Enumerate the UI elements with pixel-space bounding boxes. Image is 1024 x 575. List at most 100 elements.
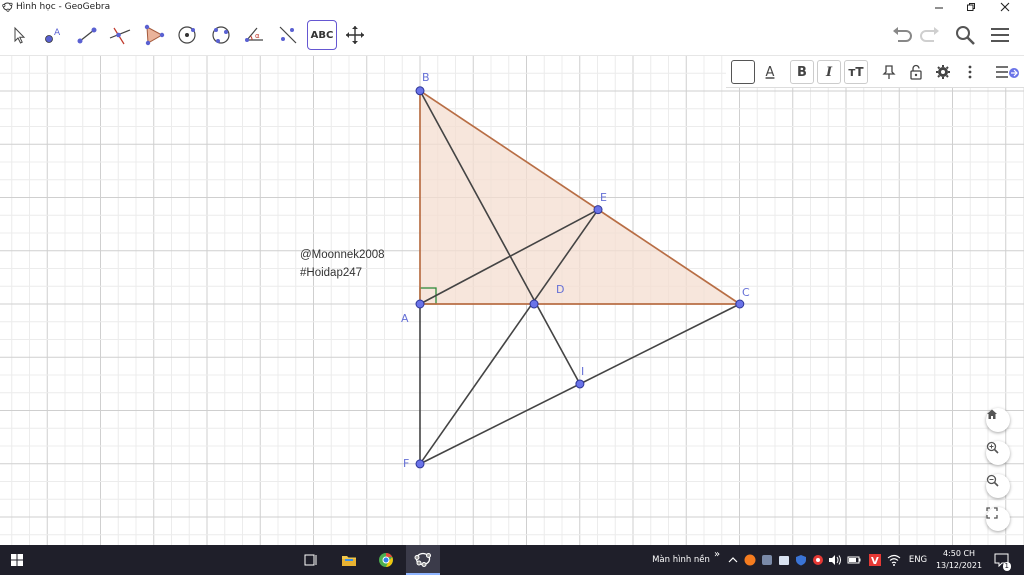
geogebra-app-icon — [2, 2, 13, 12]
segment-tool-icon — [77, 27, 97, 44]
main-menu-button[interactable] — [986, 22, 1014, 48]
geometry-drawing[interactable] — [0, 56, 1024, 545]
point-E[interactable] — [593, 205, 603, 215]
point-I[interactable] — [575, 379, 585, 389]
text-size-button[interactable]: тT — [844, 60, 868, 84]
network-button[interactable] — [886, 545, 902, 575]
restore-button[interactable] — [956, 0, 986, 14]
more-vertical-icon — [968, 65, 972, 79]
graphics-view[interactable]: B E C D A I F @Moonnek2008 #Hoidap247 — [0, 56, 1024, 545]
folder-icon — [342, 555, 356, 566]
hamburger-menu-icon — [991, 28, 1009, 42]
point-C[interactable] — [735, 299, 745, 309]
pin-button[interactable] — [877, 60, 901, 84]
windows-icon — [11, 554, 23, 566]
angle-tool[interactable]: α — [240, 20, 270, 50]
tray-app-red[interactable] — [810, 545, 826, 575]
zoom-out-icon — [986, 474, 999, 487]
toolbar-expand-chevron[interactable]: » — [712, 545, 722, 575]
point-label-I: I — [581, 365, 585, 378]
style-bar-toggle-icon — [996, 66, 1019, 78]
color-picker-button[interactable] — [731, 60, 755, 84]
battery-icon — [847, 556, 861, 564]
lock-button[interactable] — [904, 60, 928, 84]
file-explorer-button[interactable] — [336, 545, 362, 575]
clock-date: 13/12/2021 — [935, 561, 983, 570]
toolbar: A α ABC — [0, 14, 1024, 56]
task-view-button[interactable] — [298, 545, 324, 575]
clock[interactable]: 4:50 CH 13/12/2021 — [934, 548, 984, 572]
point-B[interactable] — [415, 86, 425, 96]
caption-line-1: @Moonnek2008 — [300, 249, 385, 261]
perpendicular-line-tool-icon — [109, 27, 131, 45]
close-window-button[interactable] — [990, 0, 1020, 14]
redo-icon — [920, 27, 939, 42]
move-graphics-view-tool[interactable] — [340, 20, 370, 50]
geogebra-taskbar-button[interactable] — [406, 545, 440, 575]
point-tool[interactable]: A — [38, 20, 68, 50]
svg-text:A: A — [54, 28, 61, 38]
show-hidden-icons-button[interactable] — [726, 545, 740, 575]
close-icon — [1000, 2, 1010, 12]
zoom-out-button[interactable] — [986, 474, 1010, 498]
polygon-tool-icon — [144, 24, 165, 46]
text-color-button[interactable]: A — [758, 60, 782, 84]
fullscreen-button[interactable] — [986, 507, 1010, 531]
circle-center-point-tool[interactable] — [172, 20, 202, 50]
italic-icon: I — [825, 64, 833, 80]
svg-text:α: α — [255, 32, 260, 40]
circle-three-points-tool-icon — [212, 26, 230, 44]
search-button[interactable] — [951, 22, 979, 48]
tray-app-box[interactable] — [776, 545, 792, 575]
notification-center-button[interactable]: 1 — [990, 545, 1014, 575]
italic-button[interactable]: I — [817, 60, 841, 84]
settings-button[interactable] — [931, 60, 955, 84]
text-size-icon: тT — [848, 65, 864, 79]
taskbar: Màn hình nền » V ENG 4:50 CH 13/12/2021 … — [0, 545, 1024, 575]
home-icon — [987, 409, 997, 419]
tray-app-dropbox[interactable] — [759, 545, 775, 575]
tray-box-icon — [779, 556, 789, 565]
fullscreen-icon — [986, 507, 998, 519]
battery-button[interactable] — [846, 545, 862, 575]
point-label-F: F — [403, 457, 410, 470]
redo-button[interactable] — [916, 22, 944, 48]
segment-tool[interactable] — [72, 20, 102, 50]
standard-view-button[interactable] — [986, 408, 1010, 432]
point-label-C: C — [742, 286, 750, 299]
zoom-in-button[interactable] — [986, 441, 1010, 465]
reflect-tool[interactable] — [273, 20, 303, 50]
circle-three-points-tool[interactable] — [206, 20, 236, 50]
point-A[interactable] — [415, 299, 425, 309]
language-indicator[interactable]: ENG — [905, 545, 931, 575]
toggle-style-bar-button[interactable] — [992, 60, 1022, 84]
point-tool-icon: A — [45, 28, 61, 43]
tray-red-icon — [813, 555, 823, 565]
tray-app-orange[interactable] — [742, 545, 758, 575]
tray-app-shield[interactable] — [793, 545, 809, 575]
point-D[interactable] — [529, 299, 539, 309]
geogebra-icon — [414, 552, 431, 567]
tray-app-vietkey[interactable]: V — [867, 545, 883, 575]
bold-button[interactable]: B — [790, 60, 814, 84]
more-options-button[interactable] — [958, 60, 982, 84]
desktop-label[interactable]: Màn hình nền — [650, 545, 712, 575]
start-button[interactable] — [4, 545, 30, 575]
cloud-sync-icon — [762, 555, 772, 565]
polygon-tool[interactable] — [139, 20, 169, 50]
undo-icon — [893, 27, 912, 42]
tray-app-icon — [744, 554, 756, 566]
volume-button[interactable] — [827, 545, 843, 575]
perpendicular-line-tool[interactable] — [105, 20, 135, 50]
move-tool[interactable] — [4, 20, 34, 50]
lock-open-icon — [910, 64, 922, 80]
minimize-button[interactable] — [924, 0, 954, 14]
point-F[interactable] — [415, 459, 425, 469]
text-tool[interactable]: ABC — [307, 20, 337, 50]
undo-button[interactable] — [888, 22, 916, 48]
chrome-taskbar-button[interactable] — [372, 545, 400, 575]
shield-icon — [796, 555, 806, 566]
input-method-icon: V — [869, 554, 881, 566]
point-label-B: B — [422, 71, 430, 84]
move-tool-icon — [14, 26, 26, 44]
